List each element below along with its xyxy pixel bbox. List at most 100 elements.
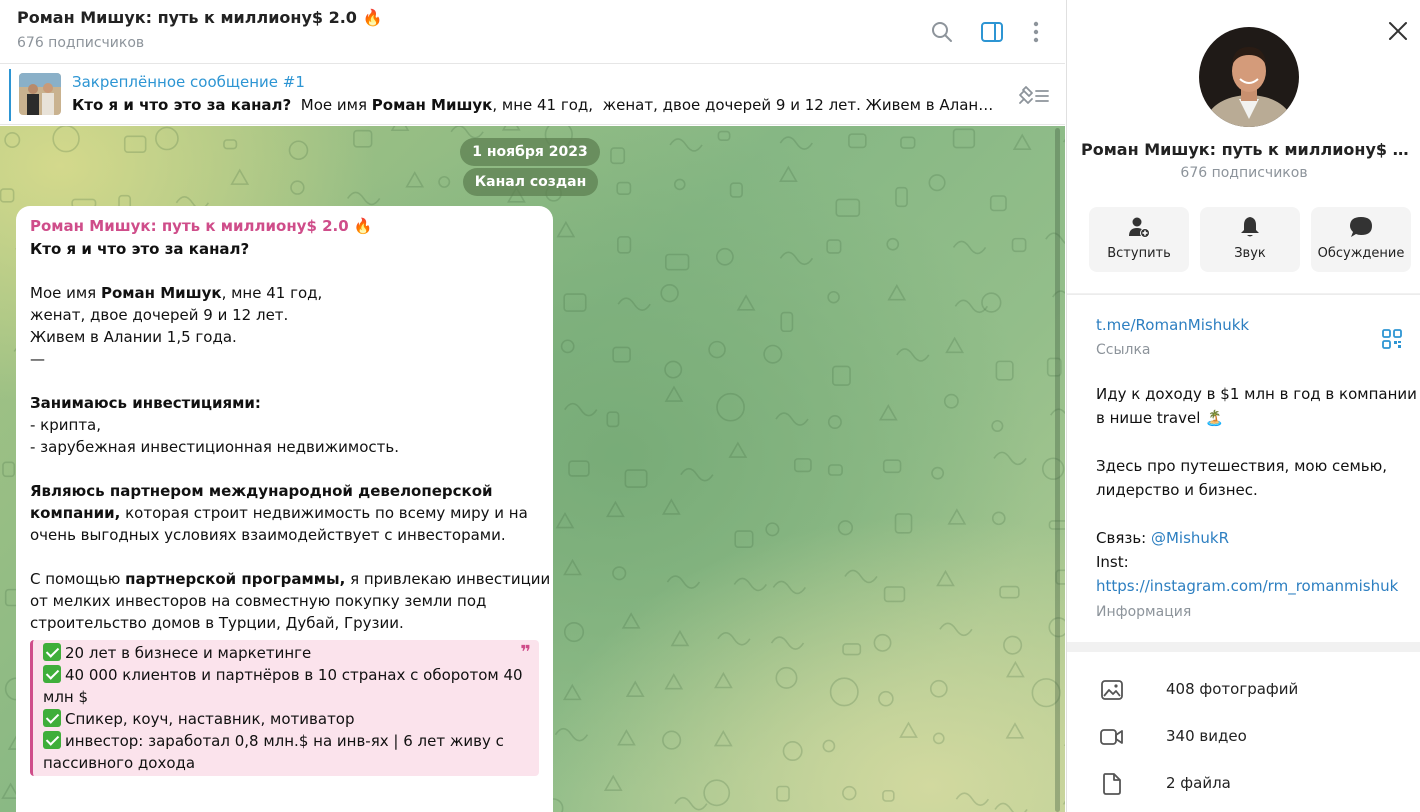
quote-item: инвестор: заработал 0,8 млн.$ на инв-ях … (65, 732, 504, 750)
post-line: женат, двое дочерей 9 и 12 лет. (30, 306, 289, 324)
quote-item: Спикер, коуч, наставник, мотиватор (65, 710, 355, 728)
more-menu-button[interactable] (1022, 18, 1050, 46)
doodle-shape (669, 138, 703, 152)
doodle-shape (660, 283, 679, 303)
files-row[interactable]: 2 файла (1067, 761, 1420, 807)
doodle-shape (822, 739, 836, 753)
post-partner-line: компании, которая строит недвижимость по… (30, 502, 539, 524)
pinned-indicator (9, 69, 11, 121)
doodle-shape (896, 348, 930, 362)
doodle-shape (610, 147, 626, 165)
doodle-shape (832, 365, 851, 386)
toggle-sidebar-button[interactable] (978, 18, 1006, 46)
quote-item-cont: пассивного дохода (43, 754, 196, 772)
videos-row[interactable]: 340 видео (1067, 714, 1420, 760)
pinned-preview: Кто я и что это за канал? Мое имя Роман … (72, 96, 997, 114)
doodle-shape (882, 459, 902, 474)
join-label: Вступить (1107, 246, 1171, 261)
doodle-shape (664, 360, 683, 379)
chat-header[interactable]: Роман Мишук: путь к миллиону$ 2.0 🔥 676 … (0, 0, 1065, 64)
channel-link[interactable]: t.me/RomanMishukk (1096, 316, 1249, 334)
qr-code-icon (1382, 329, 1402, 349)
instagram-link[interactable]: https://instagram.com/rm_romanmishuk (1096, 577, 1398, 595)
quote-item: 40 000 клиентов и партнёров в 10 странах… (65, 666, 523, 684)
doodle-shape (772, 580, 807, 595)
channel-avatar[interactable] (1199, 27, 1299, 127)
pinned-bold-2: Роман Мишук (371, 96, 493, 114)
post-author[interactable]: Роман Мишук: путь к миллиону$ 2.0 🔥 (30, 214, 539, 238)
about-text: Иду к доходу в $1 млн в год в компании (1096, 385, 1417, 403)
doodle-shape (765, 522, 780, 537)
doodle-shape (716, 392, 745, 422)
close-icon (1389, 22, 1407, 40)
doodle-shape (450, 126, 484, 139)
sound-button[interactable]: Звук (1200, 207, 1300, 272)
doodle-shape (347, 191, 381, 206)
post-program-line: С помощью партнерской программы, я привл… (30, 568, 550, 590)
channel-post[interactable]: Роман Мишук: путь к миллиону$ 2.0 🔥 Кто … (16, 206, 553, 812)
doodle-shape (929, 679, 948, 698)
photos-row[interactable]: 408 фотографий (1067, 667, 1420, 713)
search-button[interactable] (928, 18, 956, 46)
doodle-shape (501, 126, 521, 131)
doodle-shape (1006, 660, 1025, 678)
doodle-shape (390, 126, 410, 132)
discussion-button[interactable]: Обсуждение (1311, 207, 1411, 272)
file-icon (1103, 773, 1121, 795)
doodle-shape (662, 730, 682, 750)
chat-title[interactable]: Роман Мишук: путь к миллиону$ 2.0 🔥 (17, 8, 382, 27)
post-partner-bold: Являюсь партнером международной девелопе… (30, 482, 493, 500)
doodle-shape (837, 520, 854, 536)
doodle-shape (827, 290, 840, 304)
pinned-text-1: Мое имя (291, 96, 372, 114)
add-user-icon (1129, 217, 1150, 238)
doodle-shape (1063, 138, 1065, 143)
about-text: Здесь про путешествия, мою семью, (1096, 457, 1387, 475)
profile-name: Роман Мишук: путь к миллиону$ 2.0 🔥 (1081, 140, 1411, 159)
search-icon (932, 22, 952, 42)
doodle-shape (882, 789, 895, 802)
check-icon (43, 731, 61, 749)
doodle-shape (714, 671, 733, 689)
post-heading: Кто я и что это за канал? (30, 240, 250, 258)
doodle-shape (405, 171, 425, 188)
doodle-shape (1041, 457, 1065, 480)
close-button[interactable] (1385, 18, 1411, 44)
join-button[interactable]: Вступить (1089, 207, 1189, 272)
discussion-label: Обсуждение (1317, 246, 1405, 261)
doodle-shape (994, 802, 1028, 812)
post-program-prefix: С помощью (30, 570, 126, 588)
doodle-shape (612, 346, 631, 363)
chat-scrollbar[interactable] (1055, 128, 1060, 812)
contact-handle-link[interactable]: @MishukR (1151, 529, 1229, 547)
doodle-shape (995, 360, 1014, 381)
doodle-shape (900, 136, 916, 149)
chat-subscriber-count: 676 подписчиков (17, 35, 145, 51)
pinned-message-bar[interactable]: Закреплённое сообщение #1 Кто я и что эт… (0, 65, 1065, 125)
doodle-shape (715, 247, 734, 266)
link-label: Ссылка (1096, 342, 1151, 358)
doodle-shape (617, 297, 651, 311)
doodle-shape (947, 508, 967, 525)
sidebar-icon (981, 22, 1003, 42)
check-icon (43, 643, 61, 661)
doodle-shape (932, 732, 945, 745)
doodle-shape (155, 126, 179, 151)
doodle-shape (606, 411, 620, 428)
service-message: Канал создан (463, 168, 598, 196)
qr-code-button[interactable] (1381, 328, 1403, 350)
doodle-shape (603, 774, 623, 792)
post-dash: — (30, 350, 45, 368)
doodle-shape (844, 569, 878, 584)
doodle-shape (1012, 133, 1032, 150)
doodle-shape (943, 393, 959, 409)
doodle-shape (895, 186, 908, 208)
sound-label: Звук (1234, 246, 1266, 261)
bell-icon (1241, 217, 1259, 237)
post-line: строительство домов в Турции, Дубай, Гру… (30, 614, 404, 632)
profile-header: Роман Мишук: путь к миллиону$ 2.0 🔥 676 … (1067, 0, 1420, 293)
doodle-shape (999, 585, 1020, 599)
pinned-text-2: , мне 41 год, женат, двое дочерей 9 и 12… (492, 96, 997, 114)
pinned-list-button[interactable] (1014, 81, 1054, 109)
doodle-shape (568, 460, 590, 477)
